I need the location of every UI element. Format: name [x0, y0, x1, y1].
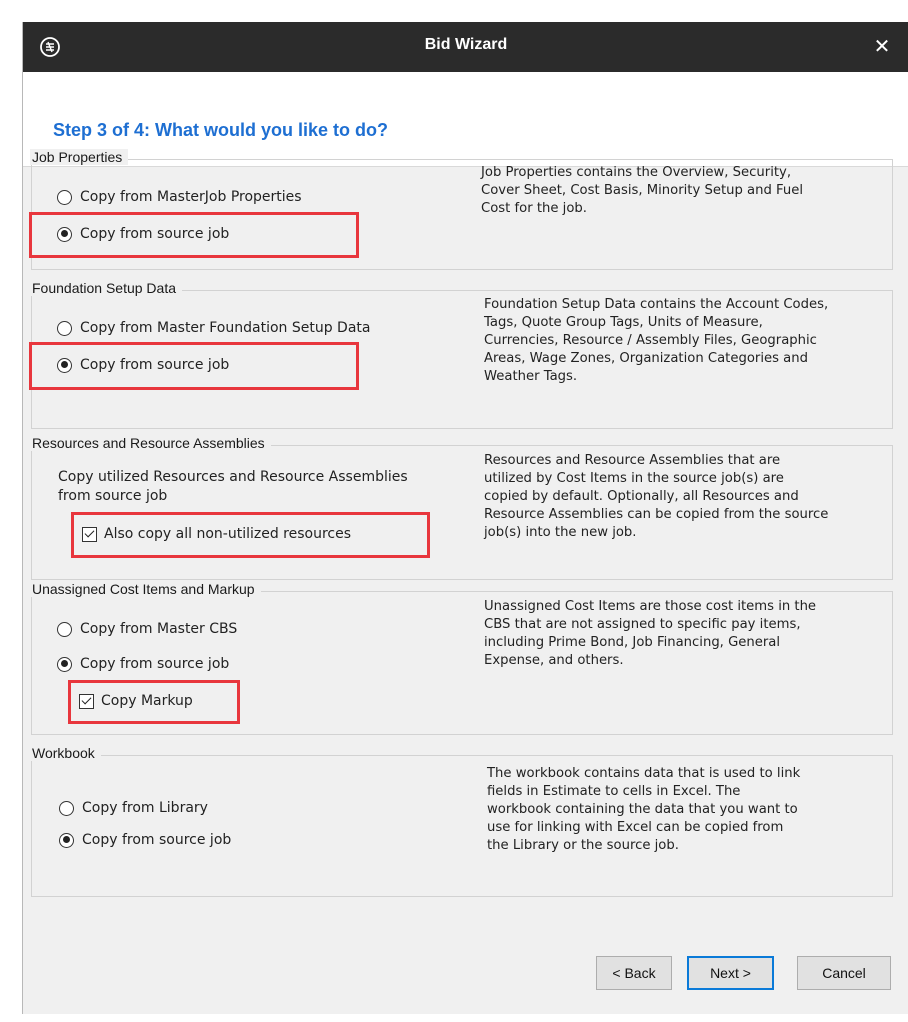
step-title: Step 3 of 4: What would you like to do?: [53, 120, 388, 140]
cancel-button[interactable]: Cancel: [797, 956, 891, 990]
option-label: Copy from Master Foundation Setup Data: [80, 320, 371, 336]
radio-button-selected-icon: [59, 832, 74, 848]
option-label: Copy from source job: [80, 656, 230, 672]
window-title: Bid Wizard: [424, 36, 508, 53]
group-legend: Job Properties: [30, 149, 129, 165]
radio-button-selected-icon: [57, 656, 72, 672]
option-label: Copy from Library: [82, 800, 208, 816]
radio-copy-from-master-cbs[interactable]: Copy from Master CBS: [57, 621, 237, 637]
option-label: Copy from source job: [82, 832, 232, 848]
radio-copy-from-library[interactable]: Copy from Library: [59, 800, 208, 816]
highlight-box: [71, 512, 430, 558]
group-description: Job Properties contains the Overview, Se…: [481, 165, 804, 216]
close-icon[interactable]: ✕: [869, 33, 895, 59]
radio-copy-from-source-job[interactable]: Copy from source job: [57, 656, 229, 672]
bid-wizard-window: Bid Wizard ✕ Step 3 of 4: What would you…: [22, 22, 908, 1014]
radio-copy-from-master-job-properties[interactable]: Copy from MasterJob Properties: [57, 189, 302, 205]
group-description: Unassigned Cost Items are those cost ite…: [484, 599, 817, 668]
next-button[interactable]: Next >: [687, 956, 774, 990]
highlight-box: [29, 212, 359, 258]
highlight-box: [29, 342, 359, 390]
option-label: Copy from MasterJob Properties: [80, 189, 302, 205]
group-foundation-setup-data: Foundation Setup Data Copy from Master F…: [29, 280, 893, 429]
group-legend: Workbook: [30, 745, 101, 761]
group-unassigned-cost-items: Unassigned Cost Items and Markup Copy fr…: [30, 581, 893, 735]
radio-button-icon: [59, 800, 74, 816]
group-workbook: Workbook Copy from Library Copy from sou…: [30, 745, 893, 897]
highlight-box: [68, 680, 240, 724]
group-description: Resources and Resource Assemblies that a…: [484, 453, 829, 540]
group-legend: Foundation Setup Data: [30, 280, 182, 296]
radio-button-icon: [57, 621, 72, 637]
group-description: The workbook contains data that is used …: [487, 766, 801, 853]
back-button[interactable]: < Back: [596, 956, 672, 990]
option-label: Copy from Master CBS: [80, 621, 238, 637]
group-resources-assemblies: Resources and Resource Assemblies Copy u…: [30, 435, 893, 580]
resources-info-text: Copy utilized Resources and Resource Ass…: [58, 469, 408, 504]
radio-button-icon: [57, 189, 72, 205]
radio-button-icon: [57, 320, 72, 336]
radio-copy-from-source-job[interactable]: Copy from source job: [59, 832, 231, 848]
group-legend: Resources and Resource Assemblies: [30, 435, 271, 451]
step-header: Step 3 of 4: What would you like to do?: [23, 72, 908, 167]
group-job-properties: Job Properties Copy from MasterJob Prope…: [29, 149, 893, 270]
group-description: Foundation Setup Data contains the Accou…: [484, 297, 829, 384]
title-bar: Bid Wizard ✕: [23, 22, 908, 72]
radio-copy-from-master-foundation[interactable]: Copy from Master Foundation Setup Data: [57, 320, 370, 336]
group-legend: Unassigned Cost Items and Markup: [30, 581, 261, 597]
